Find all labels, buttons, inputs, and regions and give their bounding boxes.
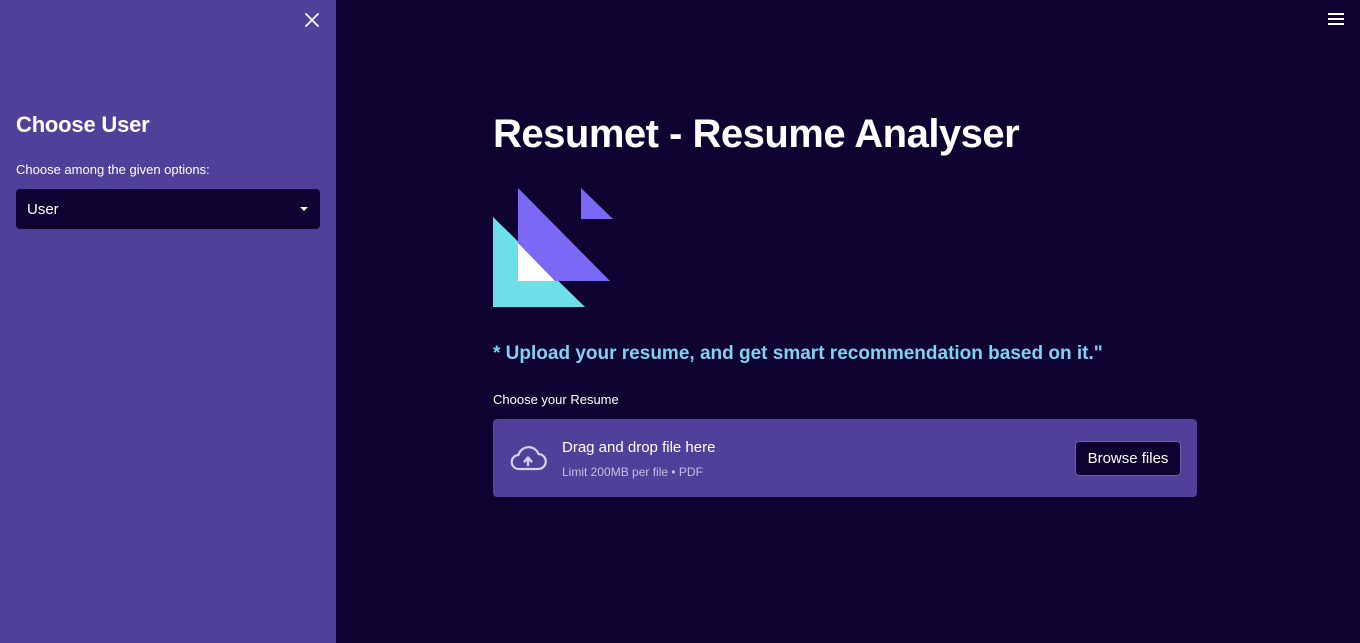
resume-uploader-label: Choose your Resume xyxy=(493,392,619,407)
cloud-upload-icon xyxy=(509,443,547,478)
dropzone-limit: Limit 200MB per file • PDF xyxy=(562,465,703,479)
close-icon[interactable] xyxy=(301,9,323,31)
file-dropzone[interactable]: Drag and drop file here Limit 200MB per … xyxy=(493,419,1197,497)
sidebar-title: Choose User xyxy=(16,112,150,137)
sidebar: Choose User Choose among the given optio… xyxy=(0,0,336,643)
browse-files-button[interactable]: Browse files xyxy=(1075,441,1181,476)
user-select-label: Choose among the given options: xyxy=(16,162,210,177)
hamburger-menu-icon[interactable] xyxy=(1328,13,1344,25)
user-select-value: User xyxy=(27,201,59,218)
page-title: Resumet - Resume Analyser xyxy=(493,112,1020,156)
dropzone-instruction: Drag and drop file here xyxy=(562,439,716,456)
user-select[interactable]: User xyxy=(16,189,320,229)
chevron-down-icon xyxy=(300,207,308,211)
tagline: * Upload your resume, and get smart reco… xyxy=(493,343,1103,364)
app-logo xyxy=(493,186,615,313)
